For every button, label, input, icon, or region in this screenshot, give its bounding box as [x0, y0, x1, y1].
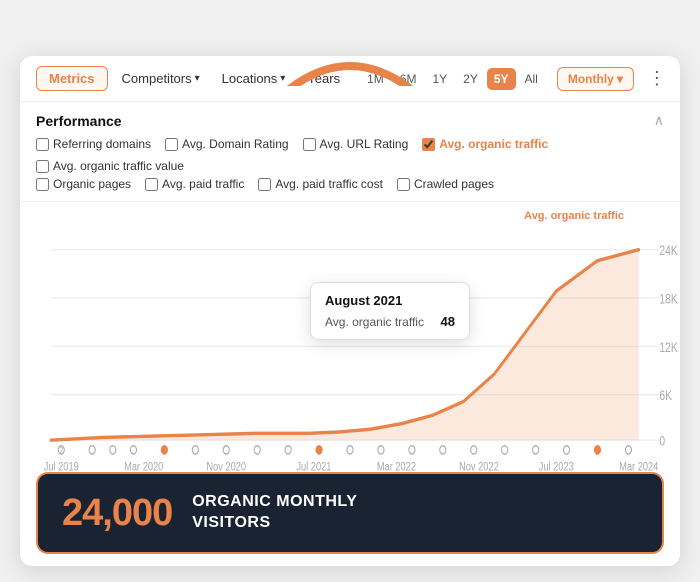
tooltip-value: 48 [441, 314, 455, 329]
performance-header: Performance ∧ [36, 112, 664, 129]
checkbox-avg-url-rating[interactable]: Avg. URL Rating [303, 137, 409, 151]
performance-section: Performance ∧ Referring domains Avg. Dom… [20, 102, 680, 202]
checkbox-referring-domains[interactable]: Referring domains [36, 137, 151, 151]
chart-tooltip: August 2021 Avg. organic traffic 48 [310, 282, 470, 340]
checkbox-row-2: Organic pages Avg. paid traffic Avg. pai… [36, 177, 664, 195]
svg-text:18K: 18K [659, 291, 677, 307]
svg-text:2: 2 [59, 445, 63, 456]
time-all[interactable]: All [518, 68, 545, 90]
monthly-dropdown[interactable]: Monthly ▾ [557, 67, 634, 91]
organic-pages-checkbox[interactable] [36, 178, 49, 191]
svg-text:24K: 24K [659, 243, 677, 259]
competitors-dropdown[interactable]: Competitors [114, 67, 208, 90]
collapse-icon[interactable]: ∧ [654, 112, 664, 129]
svg-text:6K: 6K [659, 388, 672, 404]
svg-text:Nov 2020: Nov 2020 [206, 460, 246, 474]
svg-text:Mar 2022: Mar 2022 [377, 460, 416, 474]
chart-area: Avg. organic traffic 24K 18K 12K 6K 0 [20, 202, 680, 464]
avg-organic-traffic-checkbox[interactable] [422, 138, 435, 151]
avg-paid-traffic-checkbox[interactable] [145, 178, 158, 191]
chart-series-label: Avg. organic traffic [524, 210, 624, 222]
tooltip-row: Avg. organic traffic 48 [325, 314, 455, 329]
performance-title: Performance [36, 113, 122, 129]
checkbox-crawled-pages[interactable]: Crawled pages [397, 177, 494, 191]
stat-card: 24,000 ORGANIC MONTHLYVISITORS [36, 472, 664, 554]
main-container: Metrics Competitors Locations Years 1M 6… [20, 16, 680, 566]
more-options-button[interactable]: ⋮ [644, 68, 670, 89]
svg-text:Jul 2019: Jul 2019 [44, 460, 79, 474]
tooltip-date: August 2021 [325, 293, 455, 308]
svg-text:Mar 2020: Mar 2020 [124, 460, 163, 474]
stat-number: 24,000 [62, 494, 172, 532]
arc-decoration [220, 6, 480, 86]
avg-domain-rating-checkbox[interactable] [165, 138, 178, 151]
avg-paid-cost-checkbox[interactable] [258, 178, 271, 191]
svg-text:0: 0 [659, 433, 665, 449]
avg-organic-value-checkbox[interactable] [36, 160, 49, 173]
checkbox-avg-domain-rating[interactable]: Avg. Domain Rating [165, 137, 289, 151]
stat-label: ORGANIC MONTHLYVISITORS [192, 492, 357, 534]
metrics-tab[interactable]: Metrics [36, 66, 108, 91]
checkbox-avg-organic-value[interactable]: Avg. organic traffic value [36, 159, 184, 173]
chart-svg: 24K 18K 12K 6K 0 2 [20, 222, 680, 484]
time-5y[interactable]: 5Y [487, 68, 516, 90]
svg-text:Jul 2023: Jul 2023 [539, 460, 574, 474]
checkbox-organic-pages[interactable]: Organic pages [36, 177, 131, 191]
crawled-pages-checkbox[interactable] [397, 178, 410, 191]
svg-text:Mar 2024: Mar 2024 [619, 460, 658, 474]
tooltip-metric: Avg. organic traffic [325, 315, 424, 329]
referring-domains-checkbox[interactable] [36, 138, 49, 151]
avg-url-rating-checkbox[interactable] [303, 138, 316, 151]
main-card: Metrics Competitors Locations Years 1M 6… [20, 56, 680, 566]
svg-text:Nov 2022: Nov 2022 [459, 460, 499, 474]
checkbox-avg-organic-traffic[interactable]: Avg. organic traffic [422, 137, 548, 151]
checkbox-avg-paid-traffic[interactable]: Avg. paid traffic [145, 177, 244, 191]
svg-text:Jul 2021: Jul 2021 [296, 460, 331, 474]
checkbox-avg-paid-cost[interactable]: Avg. paid traffic cost [258, 177, 383, 191]
svg-text:12K: 12K [659, 339, 677, 355]
checkbox-row-1: Referring domains Avg. Domain Rating Avg… [36, 137, 664, 177]
